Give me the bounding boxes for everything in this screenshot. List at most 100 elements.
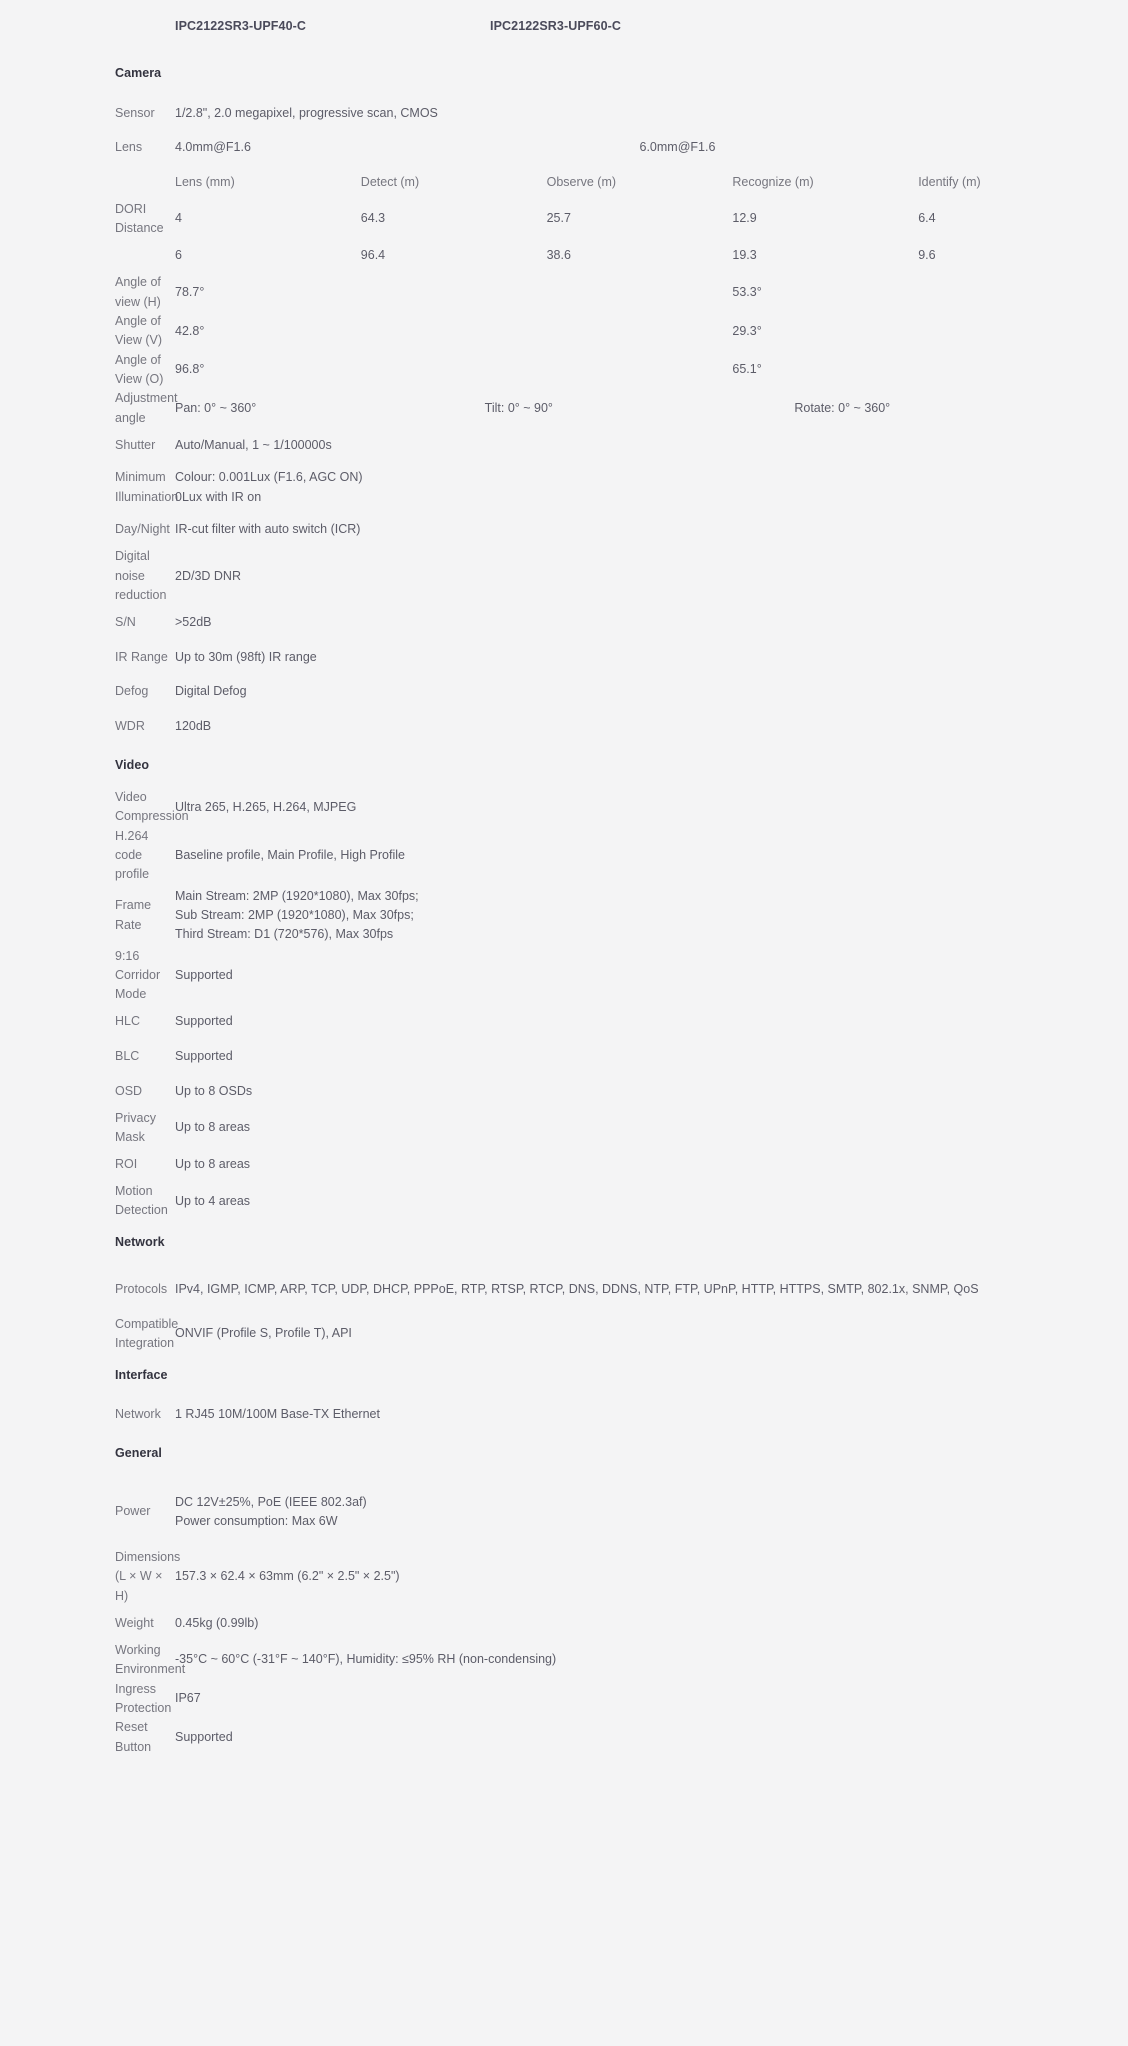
label-video-compression: Video Compression: [115, 789, 189, 824]
label-weight: Weight: [115, 1615, 154, 1630]
row-power: Power DC 12V±25%, PoE (IEEE 802.3af) Pow…: [0, 1476, 1128, 1548]
label-minimum-illumination: Minimum Illumination: [115, 470, 179, 504]
label-dimensions: Dimensions (L × W × H): [115, 1550, 181, 1603]
row-working-environment: Working Environment -35°C ~ 60°C (-31°F …: [0, 1641, 1128, 1680]
dori-recognize: 19.3: [732, 248, 757, 263]
value-shutter: Auto/Manual, 1 ~ 1/100000s: [175, 437, 332, 452]
model-name-b: IPC2122SR3-UPF60-C: [490, 19, 622, 33]
dori-observe: 38.6: [546, 248, 571, 263]
row-ir-range: IR Range Up to 30m (98ft) IR range: [0, 640, 1128, 675]
dori-col-observe: Observe (m): [546, 174, 617, 189]
section-general: General: [0, 1432, 1128, 1476]
value-interface-network: 1 RJ45 10M/100M Base-TX Ethernet: [175, 1407, 380, 1422]
section-video: Video: [0, 744, 1128, 788]
row-angle-of-view-v: Angle of View (V) 42.8° 29.3°: [0, 312, 1128, 351]
value-compatible-integration: ONVIF (Profile S, Profile T), API: [175, 1326, 352, 1341]
row-angle-of-view-o: Angle of View (O) 96.8° 65.1°: [0, 351, 1128, 390]
value-dimensions: 157.3 × 62.4 × 63mm (6.2" × 2.5" × 2.5"): [175, 1569, 400, 1584]
value-blc: Supported: [175, 1049, 233, 1064]
row-protocols: Protocols IPv4, IGMP, ICMP, ARP, TCP, UD…: [0, 1265, 1128, 1315]
label-protocols: Protocols: [115, 1282, 168, 1296]
label-angle-of-view-o: Angle of View (O): [115, 352, 164, 386]
value-video-compression: Ultra 265, H.265, H.264, MJPEG: [175, 799, 357, 814]
model-header-row: IPC2122SR3-UPF40-C IPC2122SR3-UPF60-C: [0, 0, 1128, 52]
row-digital-noise-reduction: Digital noise reduction 2D/3D DNR: [0, 547, 1128, 605]
value-ingress-protection: IP67: [175, 1691, 201, 1706]
value-aov-v-a: 42.8°: [175, 323, 205, 338]
label-roi: ROI: [115, 1156, 138, 1171]
label-lens: Lens: [115, 140, 143, 155]
label-compatible-integration: Compatible Integration: [115, 1316, 179, 1351]
value-day-night: IR-cut filter with auto switch (ICR): [175, 522, 361, 537]
label-wdr: WDR: [115, 718, 145, 733]
row-dori-2: 6 96.4 38.6 19.3 9.6: [0, 239, 1128, 274]
row-dori-1: DORI Distance 4 64.3 25.7 12.9 6.4: [0, 200, 1128, 239]
row-hlc: HLC Supported: [0, 1005, 1128, 1040]
label-angle-of-view-h: Angle of view (H): [115, 275, 161, 309]
value-ir-range: Up to 30m (98ft) IR range: [175, 649, 317, 664]
section-interface: Interface: [0, 1353, 1128, 1397]
dori-identify: 6.4: [918, 211, 936, 226]
value-signal-noise: >52dB: [175, 615, 212, 630]
value-power-line-2: Power consumption: Max 6W: [175, 1514, 338, 1529]
value-power: DC 12V±25%, PoE (IEEE 802.3af) Power con…: [175, 1493, 1104, 1532]
row-frame-rate: Frame Rate Main Stream: 2MP (1920*1080),…: [0, 885, 1128, 947]
dori-col-lens: Lens (mm): [175, 174, 235, 189]
label-signal-noise: S/N: [115, 615, 136, 630]
row-corridor-mode: 9:16 Corridor Mode Supported: [0, 947, 1128, 1005]
label-working-environment: Working Environment: [115, 1642, 186, 1677]
value-motion-detection: Up to 4 areas: [175, 1193, 251, 1208]
label-interface-network: Network: [115, 1407, 161, 1422]
value-aov-o-b: 65.1°: [732, 362, 762, 377]
row-motion-detection: Motion Detection Up to 4 areas: [0, 1182, 1128, 1221]
value-reset-button: Supported: [175, 1729, 233, 1744]
row-video-compression: Video Compression Ultra 265, H.265, H.26…: [0, 788, 1128, 827]
label-adjustment-angle: Adjustment angle: [115, 391, 178, 425]
row-wdr: WDR 120dB: [0, 709, 1128, 744]
value-adjust-tilt: Tilt: 0° ~ 90°: [484, 401, 553, 416]
row-dimensions: Dimensions (L × W × H) 157.3 × 62.4 × 63…: [0, 1548, 1128, 1606]
value-aov-h-a: 78.7°: [175, 284, 205, 299]
row-h264-code-profile: H.264 code profile Baseline profile, Mai…: [0, 827, 1128, 885]
dori-lens: 4: [175, 211, 182, 226]
row-privacy-mask: Privacy Mask Up to 8 areas: [0, 1109, 1128, 1148]
row-defog: Defog Digital Defog: [0, 675, 1128, 710]
label-power: Power: [115, 1504, 151, 1519]
dori-lens: 6: [175, 248, 182, 263]
section-camera-title: Camera: [115, 66, 162, 81]
label-shutter: Shutter: [115, 437, 156, 452]
value-defog: Digital Defog: [175, 684, 247, 699]
value-wdr: 120dB: [175, 718, 212, 733]
value-frame-rate: Main Stream: 2MP (1920*1080), Max 30fps;…: [175, 888, 419, 942]
value-lens-a: 4.0mm@F1.6: [175, 140, 251, 155]
value-privacy-mask: Up to 8 areas: [175, 1120, 251, 1135]
value-working-environment: -35°C ~ 60°C (-31°F ~ 140°F), Humidity: …: [175, 1652, 557, 1667]
spec-sheet: IPC2122SR3-UPF40-C IPC2122SR3-UPF60-C Ca…: [0, 0, 1128, 1781]
value-minimum-illumination: Colour: 0.001Lux (F1.6, AGC ON) 0Lux wit…: [175, 470, 363, 504]
row-blc: BLC Supported: [0, 1039, 1128, 1074]
row-adjustment-angle: Adjustment angle Pan: 0° ~ 360° Tilt: 0°…: [0, 389, 1128, 428]
dori-col-identify: Identify (m): [918, 174, 981, 189]
value-adjust-pan: Pan: 0° ~ 360°: [175, 401, 257, 416]
value-sensor: 1/2.8", 2.0 megapixel, progressive scan,…: [175, 105, 438, 120]
row-interface-network: Network 1 RJ45 10M/100M Base-TX Ethernet: [0, 1397, 1128, 1432]
value-roi: Up to 8 areas: [175, 1156, 251, 1171]
dori-detect: 96.4: [360, 248, 386, 263]
dori-detect: 64.3: [360, 211, 386, 226]
value-power-line-1: DC 12V±25%, PoE (IEEE 802.3af): [175, 1494, 367, 1509]
label-angle-of-view-v: Angle of View (V): [115, 313, 163, 348]
label-sensor: Sensor: [115, 105, 155, 120]
section-general-title: General: [115, 1446, 162, 1461]
value-corridor-mode: Supported: [175, 968, 233, 983]
dori-col-recognize: Recognize (m): [732, 174, 814, 189]
section-interface-title: Interface: [115, 1367, 168, 1382]
label-corridor-mode: 9:16 Corridor Mode: [115, 948, 161, 1002]
row-dori-header: Lens (mm) Detect (m) Observe (m) Recogni…: [0, 165, 1128, 200]
label-h264-code-profile: H.264 code profile: [115, 828, 150, 882]
row-lens: Lens 4.0mm@F1.6 6.0mm@F1.6: [0, 131, 1128, 166]
section-network-title: Network: [115, 1235, 165, 1249]
dori-observe: 25.7: [546, 211, 571, 226]
dori-identify: 9.6: [918, 248, 936, 263]
row-angle-of-view-h: Angle of view (H) 78.7° 53.3°: [0, 273, 1128, 312]
label-day-night: Day/Night: [115, 522, 170, 537]
